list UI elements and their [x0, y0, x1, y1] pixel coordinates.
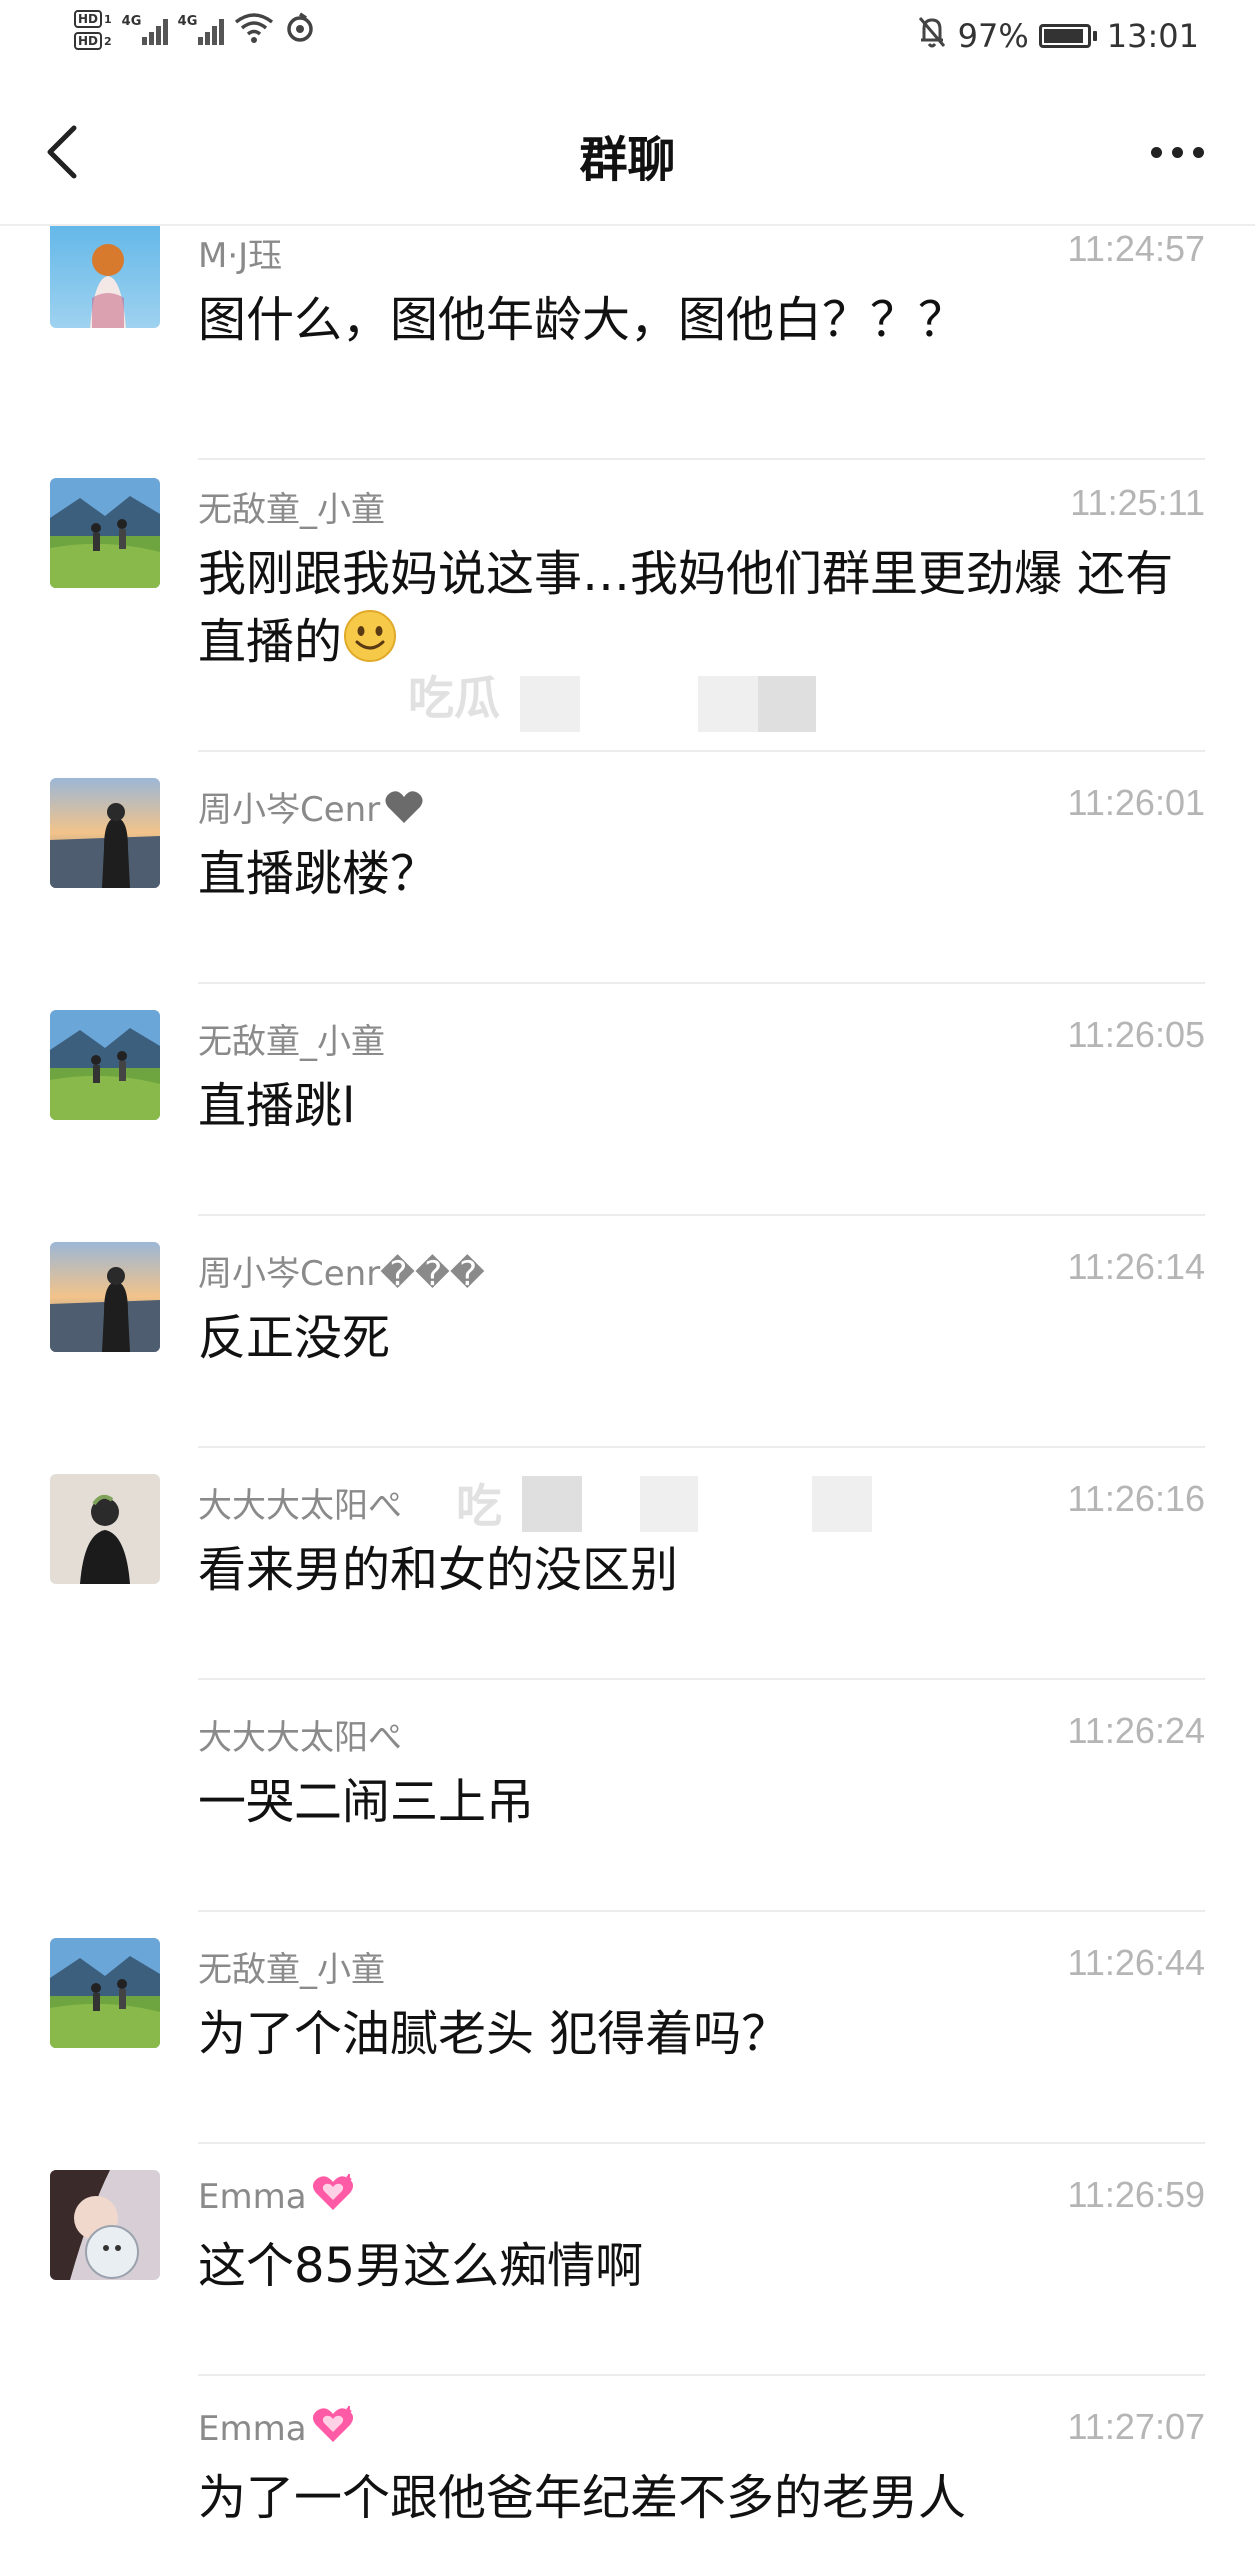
clock: 13:01: [1106, 17, 1199, 55]
hd1-indicator: HD 1: [74, 10, 112, 28]
message-item[interactable]: 周小岑Cenr 11:26:01 直播跳楼？: [0, 752, 1255, 984]
message-item[interactable]: M·J珏 11:24:57 图什么，图他年龄大，图他白？？？: [0, 226, 1255, 460]
sender-name-text: Emma: [198, 2177, 307, 2217]
message-text: 直播跳l: [198, 1078, 356, 1134]
hd2-sub: 2: [104, 34, 112, 48]
message-text: 为了个油腻老头 犯得着吗？: [198, 2006, 790, 2062]
hd2-label: HD: [74, 32, 103, 50]
sender-name-text: Emma: [198, 2409, 307, 2449]
sender-name: 无敌童_小童: [198, 490, 385, 530]
redaction-block: [758, 676, 816, 732]
page-title: 群聊: [579, 132, 676, 188]
avatar[interactable]: [50, 778, 160, 888]
sender-name: M·J珏: [198, 236, 283, 276]
message-time: 11:26:14: [1067, 1246, 1205, 1287]
message-text: 我刚跟我妈说这事…我妈他们群里更劲爆 还有直播的: [198, 540, 1208, 682]
more-button[interactable]: [1137, 122, 1217, 182]
message-item[interactable]: 无敌童_小童 11:25:11 我刚跟我妈说这事…我妈他们群里更劲爆 还有直播的…: [0, 452, 1255, 752]
avatar[interactable]: [50, 226, 160, 328]
heart-emoji-icon: [311, 2406, 355, 2453]
message-time: 11:26:01: [1067, 782, 1205, 823]
redaction-block: [520, 676, 580, 732]
signal-1-icon: 4G: [122, 15, 168, 45]
heart-icon: [384, 789, 424, 834]
smile-emoji-icon: [342, 608, 398, 682]
status-right: 97% 13:01: [916, 14, 1199, 58]
message-item[interactable]: 大大大太阳ぺ 11:26:16 看来男的和女的没区别 吃: [0, 1448, 1255, 1680]
hd-indicators: HD 1 HD 2: [74, 10, 112, 50]
message-time: 11:26:24: [1067, 1710, 1205, 1751]
message-item[interactable]: 无敌童_小童 11:26:44 为了个油腻老头 犯得着吗？: [0, 1912, 1255, 2144]
message-text: 一哭二闹三上吊: [198, 1774, 535, 1830]
message-text: 看来男的和女的没区别: [198, 1542, 679, 1598]
sender-name: Emma: [198, 2174, 355, 2221]
message-text: 直播跳楼？: [198, 846, 439, 902]
avatar[interactable]: [50, 1938, 160, 2048]
redaction-block: [522, 1476, 582, 1532]
message-time: 11:26:16: [1067, 1478, 1205, 1519]
sender-name: 无敌童_小童: [198, 1022, 385, 1062]
message-time: 11:24:57: [1067, 228, 1205, 269]
sender-name: 大大大太阳ぺ: [198, 1718, 402, 1758]
message-time: 11:26:59: [1067, 2174, 1205, 2215]
signal-2-label: 4G: [177, 14, 198, 29]
signal-1-label: 4G: [121, 14, 142, 29]
message-time: 11:26:44: [1067, 1942, 1205, 1983]
message-time: 11:25:11: [1070, 482, 1205, 523]
sync-icon: [284, 12, 316, 48]
message-time: 11:26:05: [1067, 1014, 1205, 1055]
sender-name: 周小岑Cenr: [198, 782, 424, 834]
header: 群聊: [0, 78, 1255, 226]
avatar[interactable]: [50, 478, 160, 588]
message-text: 这个85男这么痴情啊: [198, 2238, 644, 2294]
avatar[interactable]: [50, 1474, 160, 1584]
hd1-sub: 1: [104, 12, 112, 26]
hd1-label: HD: [74, 10, 103, 28]
sender-name: 周小岑Cenr���: [198, 1254, 485, 1294]
message-item[interactable]: 大大大太阳ぺ 11:26:24 一哭二闹三上吊: [0, 1680, 1255, 1912]
battery-percent: 97%: [957, 17, 1029, 55]
message-item[interactable]: 周小岑Cenr��� 11:26:14 反正没死: [0, 1216, 1255, 1448]
heart-emoji-icon: [311, 2174, 355, 2221]
signal-2-icon: 4G: [178, 15, 224, 45]
battery-icon: [1038, 24, 1097, 48]
watermark-text: 吃: [456, 1479, 502, 1533]
message-text: 反正没死: [198, 1310, 391, 1366]
more-dots-icon: [1150, 146, 1162, 158]
avatar[interactable]: [50, 1242, 160, 1352]
message-text: 图什么，图他年龄大，图他白？？？: [198, 292, 967, 348]
message-text: 为了一个跟他爸年纪差不多的老男人: [198, 2470, 967, 2526]
wifi-icon: [234, 12, 274, 48]
sender-name: 大大大太阳ぺ: [198, 1486, 402, 1526]
redaction-block: [640, 1476, 698, 1532]
hd2-indicator: HD 2: [74, 32, 112, 50]
sender-name-text: 周小岑Cenr: [198, 790, 381, 830]
message-list[interactable]: M·J珏 11:24:57 图什么，图他年龄大，图他白？？？ 无敌童_小童 11…: [0, 226, 1255, 2560]
avatar[interactable]: [50, 2170, 160, 2280]
sender-name: Emma: [198, 2406, 355, 2453]
redaction-block: [698, 676, 758, 732]
message-item[interactable]: Emma 11:27:07 为了一个跟他爸年纪差不多的老男人: [0, 2376, 1255, 2560]
mute-bell-icon: [916, 14, 948, 58]
redaction-block: [812, 1476, 872, 1532]
watermark-text: 吃瓜: [408, 671, 500, 725]
message-item[interactable]: 无敌童_小童 11:26:05 直播跳l: [0, 984, 1255, 1216]
status-bar: HD 1 HD 2 4G 4G 97% 13:01: [0, 0, 1255, 78]
avatar[interactable]: [50, 1010, 160, 1120]
status-left: HD 1 HD 2 4G 4G: [74, 10, 316, 50]
sender-name: 无敌童_小童: [198, 1950, 385, 1990]
message-item[interactable]: Emma 11:26:59 这个85男这么痴情啊: [0, 2144, 1255, 2376]
message-time: 11:27:07: [1067, 2406, 1205, 2447]
